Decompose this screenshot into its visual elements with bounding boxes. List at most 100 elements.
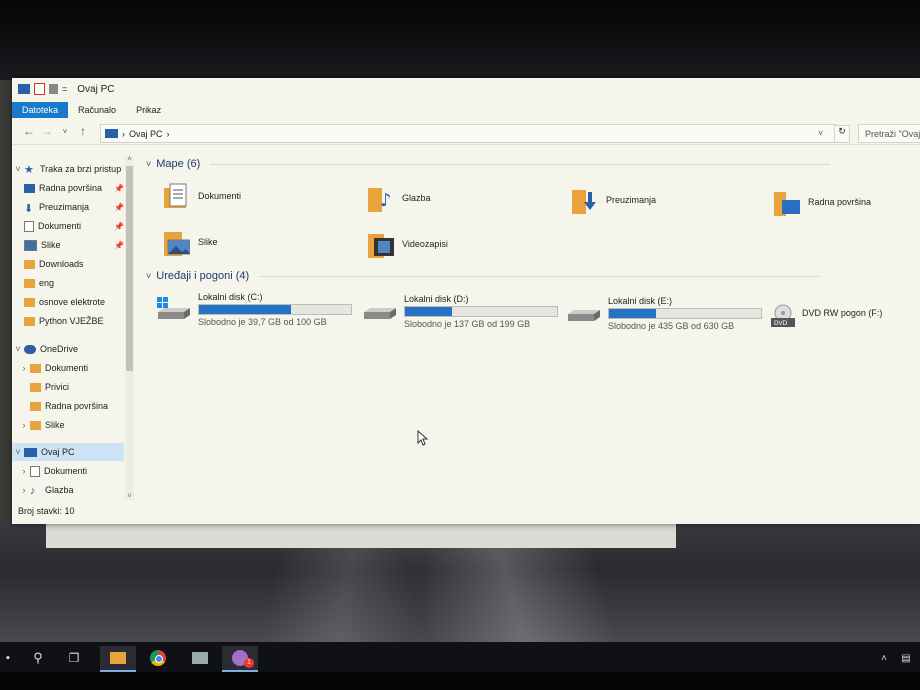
nav-pc-dokumenti[interactable]: › Dokumenti [18, 462, 124, 480]
properties-icon[interactable] [34, 83, 45, 95]
scroll-down-icon[interactable]: ˅ [125, 493, 134, 500]
quick-toolbar-dropdown-icon[interactable]: = [62, 84, 67, 94]
chevron-up-icon: ˄ [881, 652, 887, 664]
nav-item-python-vjezbe[interactable]: Python VJEŽBE [24, 312, 124, 330]
breadcrumb-separator: › [166, 128, 170, 139]
nav-scrollbar[interactable]: ˄ ˅ [125, 156, 134, 500]
document-icon [24, 220, 34, 232]
recent-locations-button[interactable]: ˅ [56, 127, 74, 136]
address-dropdown-icon[interactable]: ˅ [818, 128, 823, 138]
folder-icon [24, 297, 35, 307]
drive-label: DVD RW pogon (F:) [802, 308, 883, 318]
refresh-button[interactable]: ↻ [834, 125, 850, 143]
pin-icon[interactable]: 📌 [114, 241, 124, 250]
new-folder-icon[interactable] [49, 84, 58, 94]
drive-e[interactable]: Lokalni disk (E:) Slobodno je 435 GB od … [566, 296, 762, 331]
file-explorer-window: = Ovaj PC Datoteka Računalo Prikaz ← → ˅… [12, 78, 920, 524]
drive-c[interactable]: Lokalni disk (C:) Slobodno je 39,7 GB od… [156, 292, 352, 327]
expand-icon[interactable]: ˅ [12, 447, 24, 457]
folder-icon [24, 278, 35, 288]
tab-prikaz[interactable]: Prikaz [126, 102, 171, 118]
start-button[interactable]: ▪ [0, 646, 16, 670]
scroll-up-icon[interactable]: ˄ [125, 156, 134, 163]
nav-item-dokumenti[interactable]: Dokumenti 📌 [24, 217, 124, 235]
taskbar-app[interactable] [184, 646, 216, 670]
folder-preuzimanja[interactable]: Preuzimanja [572, 186, 656, 214]
nav-quick-access[interactable]: ˅ ★ Traka za brzi pristup [12, 160, 124, 178]
desktop-background-strip [0, 80, 12, 530]
drive-f-dvd[interactable]: DVD DVD RW pogon (F:) [770, 300, 882, 330]
breadcrumb-ovaj-pc[interactable]: Ovaj PC [129, 129, 163, 139]
drive-usage-bar [608, 308, 762, 319]
nav-item-slike[interactable]: Slike 📌 [24, 236, 124, 254]
taskbar-messenger[interactable]: 1 [222, 646, 258, 672]
expand-icon[interactable]: › [18, 485, 30, 495]
folder-glazba[interactable]: ♪ Glazba [368, 184, 431, 212]
nav-onedrive-dokumenti[interactable]: › Dokumenti [18, 359, 124, 377]
group-divider [259, 275, 820, 277]
nav-ovaj-pc[interactable]: ˅ Ovaj PC [12, 443, 124, 461]
nav-onedrive[interactable]: ˅ OneDrive [12, 340, 124, 358]
expand-icon[interactable]: ˅ [12, 344, 24, 354]
computer-icon [24, 447, 37, 457]
search-icon: ⚲ [33, 650, 43, 665]
nav-onedrive-privici[interactable]: Privici [30, 378, 124, 396]
tray-overflow-button[interactable]: ˄ [876, 646, 892, 670]
collapse-icon[interactable]: ˅ [146, 159, 151, 169]
expand-icon[interactable]: ˅ [12, 164, 24, 174]
pictures-icon [24, 239, 37, 251]
nav-item-radna-povrsina[interactable]: Radna površina 📌 [24, 179, 124, 197]
taskbar-chrome[interactable] [142, 646, 174, 670]
folder-slike[interactable]: Slike [164, 228, 218, 256]
back-button[interactable]: ← [20, 124, 38, 138]
nav-item-osnove-elektrote[interactable]: osnove elektrote [24, 293, 124, 311]
folder-dokumenti[interactable]: Dokumenti [164, 182, 241, 210]
up-button[interactable]: ↑ [74, 124, 92, 138]
task-view-button[interactable]: ❐ [62, 646, 86, 670]
download-icon: ⬇ [24, 202, 34, 215]
dvd-drive-icon: DVD [770, 304, 796, 330]
pin-icon[interactable]: 📌 [114, 203, 124, 212]
music-icon: ♪ [30, 484, 36, 497]
address-bar[interactable]: › Ovaj PC › [100, 124, 836, 143]
folder-radna-povrsina[interactable]: Radna površina [774, 188, 871, 216]
documents-folder-icon [164, 182, 190, 210]
pin-icon[interactable]: 📌 [114, 222, 124, 231]
tab-racunalo[interactable]: Računalo [68, 102, 126, 118]
nav-item-eng[interactable]: eng [24, 274, 124, 292]
background-window [46, 524, 676, 548]
nav-item-downloads[interactable]: Downloads [24, 255, 124, 273]
synced-folder-icon [30, 420, 41, 430]
taskbar: ▪ ⚲ ❐ 1 ˄ ▤ [0, 642, 920, 672]
computer-icon [105, 129, 118, 138]
search-input[interactable]: Pretraži "Ovaj [858, 124, 920, 143]
drive-usage-bar [198, 304, 352, 315]
expand-icon[interactable]: › [18, 420, 30, 430]
search-button[interactable]: ⚲ [26, 646, 50, 670]
videos-folder-icon [368, 230, 394, 258]
drive-usage-bar [404, 306, 558, 317]
drive-free-space: Slobodno je 435 GB od 630 GB [608, 321, 735, 331]
drive-free-space: Slobodno je 39,7 GB od 100 GB [198, 317, 327, 327]
collapse-icon[interactable]: ˅ [146, 271, 151, 281]
pin-icon[interactable]: 📌 [114, 184, 124, 193]
network-button[interactable]: ▤ [896, 646, 916, 670]
nav-pc-glazba[interactable]: › ♪ Glazba [18, 481, 124, 499]
nav-item-preuzimanja[interactable]: ⬇ Preuzimanja 📌 [24, 198, 124, 216]
tab-datoteka[interactable]: Datoteka [12, 102, 69, 118]
folder-videozapisi[interactable]: Videozapisi [368, 230, 448, 258]
scrollbar-thumb[interactable] [126, 166, 133, 371]
nav-onedrive-radna-povrsina[interactable]: Radna površina [30, 397, 124, 415]
forward-button[interactable]: → [38, 124, 56, 138]
group-folders[interactable]: ˅ Mape (6) [146, 158, 831, 170]
drive-d[interactable]: Lokalni disk (D:) Slobodno je 137 GB od … [362, 294, 558, 329]
group-devices[interactable]: ˅ Uređaji i pogoni (4) [146, 270, 820, 282]
desktop-folder-icon [774, 188, 800, 216]
nav-onedrive-slike[interactable]: › Slike [18, 416, 124, 434]
expand-icon[interactable]: › [18, 466, 30, 476]
svg-text:DVD: DVD [774, 320, 788, 327]
drive-info: Lokalni disk (C:) Slobodno je 39,7 GB od… [198, 292, 352, 327]
system-drive-icon [156, 296, 192, 322]
taskbar-file-explorer[interactable] [100, 646, 136, 672]
expand-icon[interactable]: › [18, 363, 30, 373]
